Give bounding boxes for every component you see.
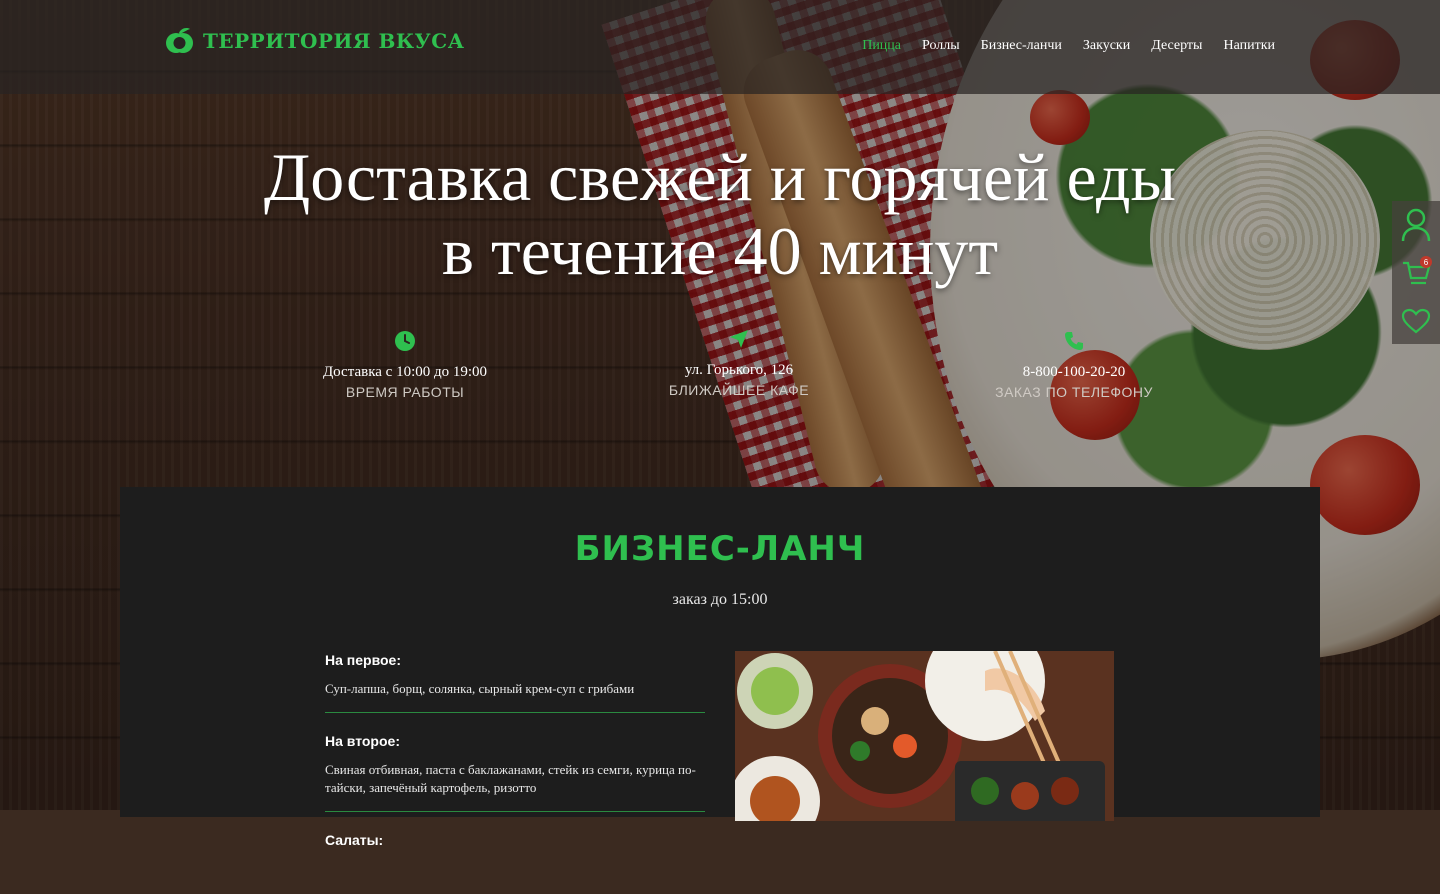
apple-logo-icon: [166, 28, 193, 53]
side-toolbar: 6: [1392, 201, 1440, 344]
hours-label: ВРЕМЯ РАБОТЫ: [345, 384, 465, 400]
phone-icon: [1065, 332, 1083, 350]
cart-count-badge: 6: [1420, 256, 1432, 268]
logo[interactable]: ТЕРРИТОРИЯ ВКУСА: [165, 26, 464, 56]
nav-item-snacks[interactable]: Закуски: [1083, 38, 1130, 54]
lunch-menu: На первое: Суп-лапша, борщ, солянка, сыр…: [325, 652, 705, 894]
phone-value: 8-800-100-20-20: [1022, 364, 1126, 380]
nav-item-rolls[interactable]: Роллы: [922, 38, 960, 54]
hero-title: Доставка свежей и горячей еды в течение …: [0, 140, 1440, 288]
brand-name: ТЕРРИТОРИЯ ВКУСА: [203, 29, 465, 53]
info-address: ул. Горького, 126 БЛИЖАЙШЕЕ КАФЕ: [609, 328, 869, 398]
course-second: На второе: Свиная отбивная, паста с бакл…: [325, 733, 705, 812]
favorites-button[interactable]: [1392, 297, 1440, 345]
nav-item-drinks[interactable]: Напитки: [1223, 38, 1275, 54]
nav-item-desserts[interactable]: Десерты: [1151, 38, 1202, 54]
course-text: Суп-лапша, борщ, солянка, сырный крем-су…: [325, 681, 635, 696]
hours-value: Доставка с 10:00 до 19:00: [322, 364, 488, 380]
course-text: Свиная отбивная, паста с баклажанами, ст…: [325, 762, 696, 795]
lunch-photo: [735, 651, 1114, 821]
cart-button[interactable]: 6: [1392, 249, 1440, 297]
user-icon: [1401, 208, 1431, 242]
account-button[interactable]: [1392, 201, 1440, 249]
site-header: ТЕРРИТОРИЯ ВКУСА Пицца Роллы Бизнес-ланч…: [0, 0, 1440, 94]
course-title: Салаты:: [325, 832, 384, 848]
phone-label: ЗАКАЗ ПО ТЕЛЕФОНУ: [995, 384, 1153, 400]
section-title: БИЗНЕС-ЛАНЧ: [574, 529, 866, 569]
main-nav: Пицца Роллы Бизнес-ланчи Закуски Десерты…: [862, 38, 1275, 54]
nav-item-pizza[interactable]: Пицца: [862, 38, 901, 54]
address-label: БЛИЖАЙШЕЕ КАФЕ: [668, 382, 810, 398]
course-first: На первое: Суп-лапша, борщ, солянка, сыр…: [325, 652, 705, 713]
heart-icon: [1401, 308, 1431, 334]
section-subtitle: заказ до 15:00: [672, 591, 768, 608]
hero-title-line-1: Доставка свежей и горячей еды: [263, 139, 1177, 215]
info-phone: 8-800-100-20-20 ЗАКАЗ ПО ТЕЛЕФОНУ: [944, 330, 1204, 400]
business-lunch-section: БИЗНЕС-ЛАНЧ заказ до 15:00 На первое: Су…: [120, 487, 1320, 848]
course-salads: Салаты:: [325, 832, 705, 874]
hero-title-line-2: в течение 40 минут: [441, 213, 999, 289]
course-title: На второе:: [325, 733, 400, 749]
address-value: ул. Горького, 126: [684, 362, 794, 378]
clock-icon: [395, 331, 415, 351]
asian-dishes-image: [735, 651, 1114, 821]
nav-item-business-lunch[interactable]: Бизнес-ланчи: [981, 38, 1062, 54]
info-hours: Доставка с 10:00 до 19:00 ВРЕМЯ РАБОТЫ: [275, 330, 535, 400]
course-title: На первое:: [325, 652, 402, 668]
location-arrow-icon: [730, 330, 748, 348]
